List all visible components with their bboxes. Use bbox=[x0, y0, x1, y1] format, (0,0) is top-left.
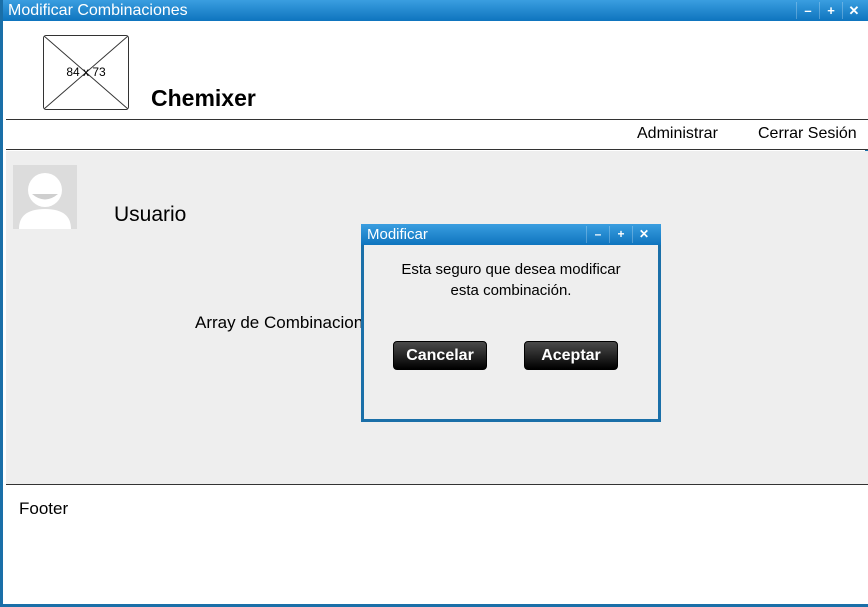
footer-text: Footer bbox=[19, 499, 69, 518]
avatar bbox=[13, 165, 77, 229]
minimize-icon[interactable]: – bbox=[586, 226, 609, 243]
app-name: Chemixer bbox=[151, 85, 256, 111]
page-header: 84 x 73 Chemixer bbox=[6, 21, 868, 119]
cancel-button[interactable]: Cancelar bbox=[393, 341, 487, 370]
page-footer: Footer bbox=[6, 484, 868, 604]
minimize-icon[interactable]: – bbox=[796, 2, 819, 19]
logo-placeholder: 84 x 73 bbox=[43, 35, 129, 110]
accept-button[interactable]: Aceptar bbox=[524, 341, 618, 370]
dialog-title: Modificar bbox=[367, 226, 428, 243]
close-icon[interactable]: ✕ bbox=[842, 2, 865, 19]
nav-bar: Administrar Cerrar Sesión bbox=[6, 119, 868, 150]
maximize-icon[interactable]: + bbox=[819, 2, 842, 19]
window-title: Modificar Combinaciones bbox=[8, 2, 188, 19]
maximize-icon[interactable]: + bbox=[609, 226, 632, 243]
dialog-message-line-1: Esta seguro que desea modificar bbox=[401, 261, 621, 278]
combinations-array-label: Array de Combinaciones bbox=[195, 313, 382, 332]
dialog-titlebar[interactable]: Modificar – + ✕ bbox=[361, 224, 661, 245]
dialog-message-line-2: esta combinación. bbox=[450, 282, 572, 299]
window-controls: – + ✕ bbox=[796, 2, 865, 19]
user-avatar-icon bbox=[19, 173, 71, 229]
dialog-message: Esta seguro que desea modificar esta com… bbox=[364, 259, 658, 301]
nav-logout-link[interactable]: Cerrar Sesión bbox=[758, 125, 857, 143]
window-titlebar[interactable]: Modificar Combinaciones – + ✕ bbox=[3, 0, 868, 21]
user-name-label: Usuario bbox=[114, 203, 187, 226]
close-icon[interactable]: ✕ bbox=[632, 226, 655, 243]
modify-dialog: Modificar – + ✕ Esta seguro que desea mo… bbox=[361, 224, 661, 422]
dialog-controls: – + ✕ bbox=[586, 226, 655, 243]
logo-size-label: 84 x 73 bbox=[66, 65, 106, 79]
nav-admin-link[interactable]: Administrar bbox=[637, 125, 718, 143]
